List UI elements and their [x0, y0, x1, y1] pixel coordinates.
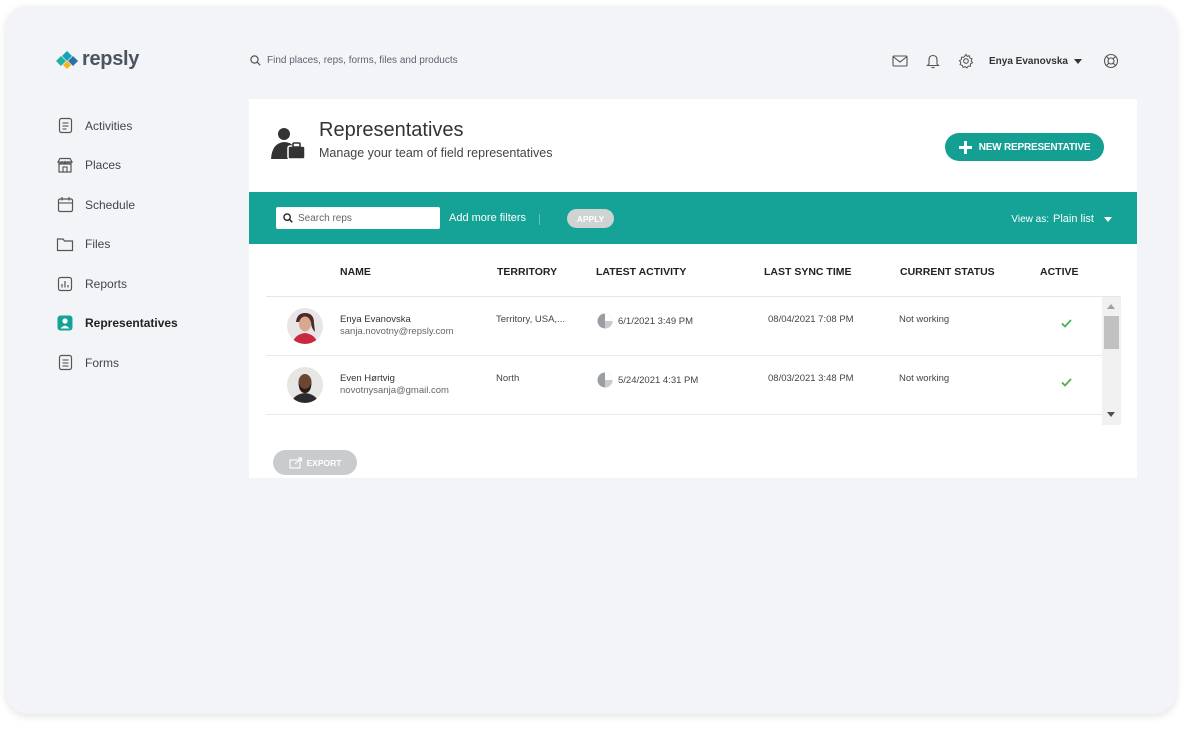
export-button[interactable]: EXPORT [273, 450, 357, 475]
app-window: repsly Activities Places Schedule Files [6, 6, 1176, 714]
sidebar-item-label: Activities [85, 118, 133, 133]
page-title: Representatives [319, 119, 464, 141]
scroll-down-arrow-icon[interactable] [1107, 412, 1115, 417]
export-icon [288, 456, 302, 469]
sidebar-item-reports[interactable]: Reports [56, 264, 178, 304]
active-check-icon [1061, 374, 1072, 392]
sidebar-item-label: Places [85, 158, 122, 173]
sidebar-item-activities[interactable]: Activities [56, 106, 178, 146]
person-icon [56, 314, 74, 332]
search-reps-input[interactable]: Search reps [276, 207, 440, 229]
user-menu[interactable]: Enya Evanovska [989, 56, 1068, 67]
table-row[interactable] [266, 415, 1121, 425]
plus-icon [958, 140, 972, 154]
chevron-down-icon [1104, 216, 1112, 222]
representatives-header-icon [267, 125, 307, 166]
chart-icon [56, 275, 74, 293]
sidebar-item-schedule[interactable]: Schedule [56, 185, 178, 225]
sidebar-item-label: Representatives [85, 316, 178, 331]
clipboard-icon [56, 117, 74, 135]
rep-name: Even Hørtvig [340, 373, 395, 384]
activity-pie-icon [597, 313, 613, 329]
column-header-last-sync[interactable]: LAST SYNC TIME [764, 266, 852, 278]
column-header-territory[interactable]: TERRITORY [497, 266, 557, 278]
mail-icon[interactable] [890, 51, 910, 71]
table-row[interactable]: Enya Evanovska sanja.novotny@repsly.com … [266, 297, 1121, 356]
add-more-filters-link[interactable]: Add more filters [449, 212, 526, 224]
rep-last-sync: 08/04/2021 7:08 PM [768, 314, 854, 325]
sidebar-item-label: Schedule [85, 197, 136, 212]
column-header-active[interactable]: ACTIVE [1040, 266, 1079, 278]
calendar-icon [56, 196, 74, 214]
rep-name: Enya Evanovska [340, 314, 411, 325]
sidebar-item-label: Reports [85, 276, 128, 291]
view-as-dropdown[interactable]: View as: Plain list [1011, 213, 1112, 225]
logo-text: repsly [82, 48, 140, 70]
sidebar-item-label: Forms [85, 355, 119, 370]
toolbar-divider [539, 214, 540, 225]
repsly-logo-icon [56, 50, 78, 69]
representatives-panel: Representatives Manage your team of fiel… [249, 99, 1137, 478]
sidebar-item-representatives[interactable]: Representatives [56, 304, 178, 344]
avatar [287, 367, 323, 403]
gear-icon[interactable] [956, 51, 976, 71]
chevron-down-icon[interactable] [1073, 58, 1082, 64]
rep-territory: North [496, 373, 520, 384]
scrollbar-thumb[interactable] [1104, 316, 1119, 349]
column-header-status[interactable]: CURRENT STATUS [900, 266, 995, 278]
search-icon [283, 213, 293, 223]
rep-email: novotnysanja@gmail.com [340, 385, 449, 396]
sidebar-item-files[interactable]: Files [56, 225, 178, 265]
global-search-placeholder: Find places, reps, forms, files and prod… [267, 55, 458, 66]
form-icon [56, 354, 74, 372]
topbar-actions: Enya Evanovska [890, 51, 1134, 71]
sidebar-item-places[interactable]: Places [56, 146, 178, 186]
rep-last-sync: 08/03/2021 3:48 PM [768, 373, 854, 384]
view-as-value: Plain list [1053, 213, 1094, 225]
rep-territory: Territory, USA,... [496, 314, 565, 325]
avatar [287, 308, 323, 344]
column-header-latest-activity[interactable]: LATEST ACTIVITY [596, 266, 686, 278]
new-representative-button[interactable]: NEW REPRESENTATIVE [945, 133, 1104, 161]
scroll-up-arrow-icon[interactable] [1107, 304, 1115, 309]
table-row[interactable]: Even Hørtvig novotnysanja@gmail.com Nort… [266, 356, 1121, 415]
sidebar-item-label: Files [85, 237, 111, 252]
rep-latest-activity: 6/1/2021 3:49 PM [597, 313, 693, 329]
column-header-name[interactable]: NAME [340, 266, 371, 278]
export-label: EXPORT [306, 457, 342, 468]
rep-status: Not working [899, 373, 950, 384]
new-representative-label: NEW REPRESENTATIVE [978, 141, 1091, 153]
active-check-icon [1061, 315, 1072, 333]
activity-pie-icon [597, 372, 613, 388]
table-scrollbar[interactable] [1102, 297, 1121, 425]
search-icon [250, 55, 261, 66]
filter-toolbar: Search reps Add more filters APPLY View … [249, 192, 1137, 244]
repsly-logo[interactable]: repsly [56, 48, 139, 71]
help-lifebuoy-icon[interactable] [1101, 51, 1121, 71]
bell-icon[interactable] [923, 51, 943, 71]
store-icon [56, 156, 74, 174]
view-as-label: View as: [1011, 213, 1050, 225]
sidebar-item-forms[interactable]: Forms [56, 343, 178, 383]
latest-activity-value: 5/24/2021 4:31 PM [618, 374, 699, 386]
sidebar: Activities Places Schedule Files Reports [56, 106, 178, 383]
rep-email: sanja.novotny@repsly.com [340, 326, 454, 337]
rep-latest-activity: 5/24/2021 4:31 PM [597, 372, 698, 388]
rep-status: Not working [899, 314, 950, 325]
global-search[interactable]: Find places, reps, forms, files and prod… [250, 55, 458, 66]
latest-activity-value: 6/1/2021 3:49 PM [618, 315, 693, 327]
representatives-table: Enya Evanovska sanja.novotny@repsly.com … [266, 297, 1121, 425]
apply-button[interactable]: APPLY [567, 209, 614, 228]
search-reps-placeholder: Search reps [298, 212, 352, 224]
page-subtitle: Manage your team of field representative… [319, 146, 553, 160]
folder-icon [56, 235, 74, 253]
